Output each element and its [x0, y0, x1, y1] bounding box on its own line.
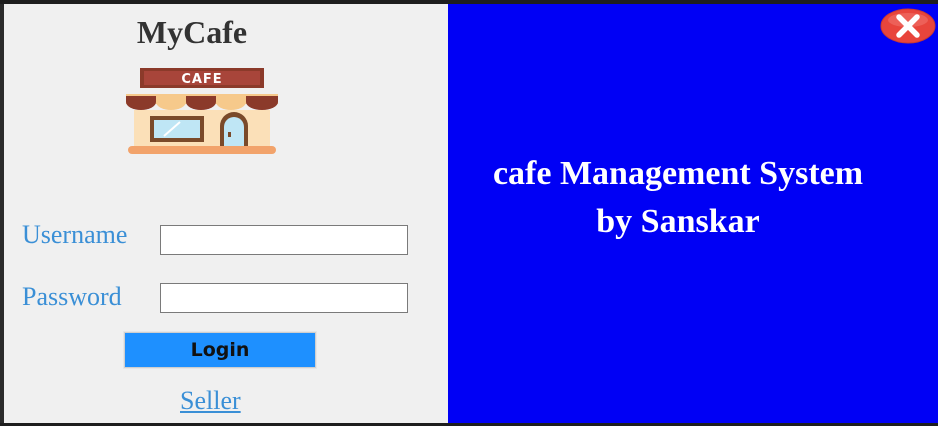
close-icon[interactable]	[880, 8, 936, 44]
username-label: Username	[22, 220, 128, 249]
banner-line-2: by Sanskar	[596, 203, 760, 240]
password-label: Password	[22, 282, 122, 311]
username-input[interactable]	[160, 225, 408, 255]
cafe-storefront-icon: CAFE	[126, 68, 278, 154]
password-input[interactable]	[160, 283, 408, 313]
login-button[interactable]: Login	[123, 331, 317, 369]
banner-text: cafe Management System by Sanskar	[448, 150, 908, 246]
login-window: MyCafe CAFE Username Password Login Sell…	[4, 4, 938, 423]
cafe-sign-text: CAFE	[181, 72, 222, 87]
login-panel: MyCafe CAFE Username Password Login Sell…	[4, 4, 448, 423]
app-title: MyCafe	[136, 14, 248, 50]
banner-panel: cafe Management System by Sanskar	[448, 4, 938, 423]
seller-link[interactable]: Seller	[180, 386, 241, 416]
banner-line-1: cafe Management System	[492, 155, 864, 192]
